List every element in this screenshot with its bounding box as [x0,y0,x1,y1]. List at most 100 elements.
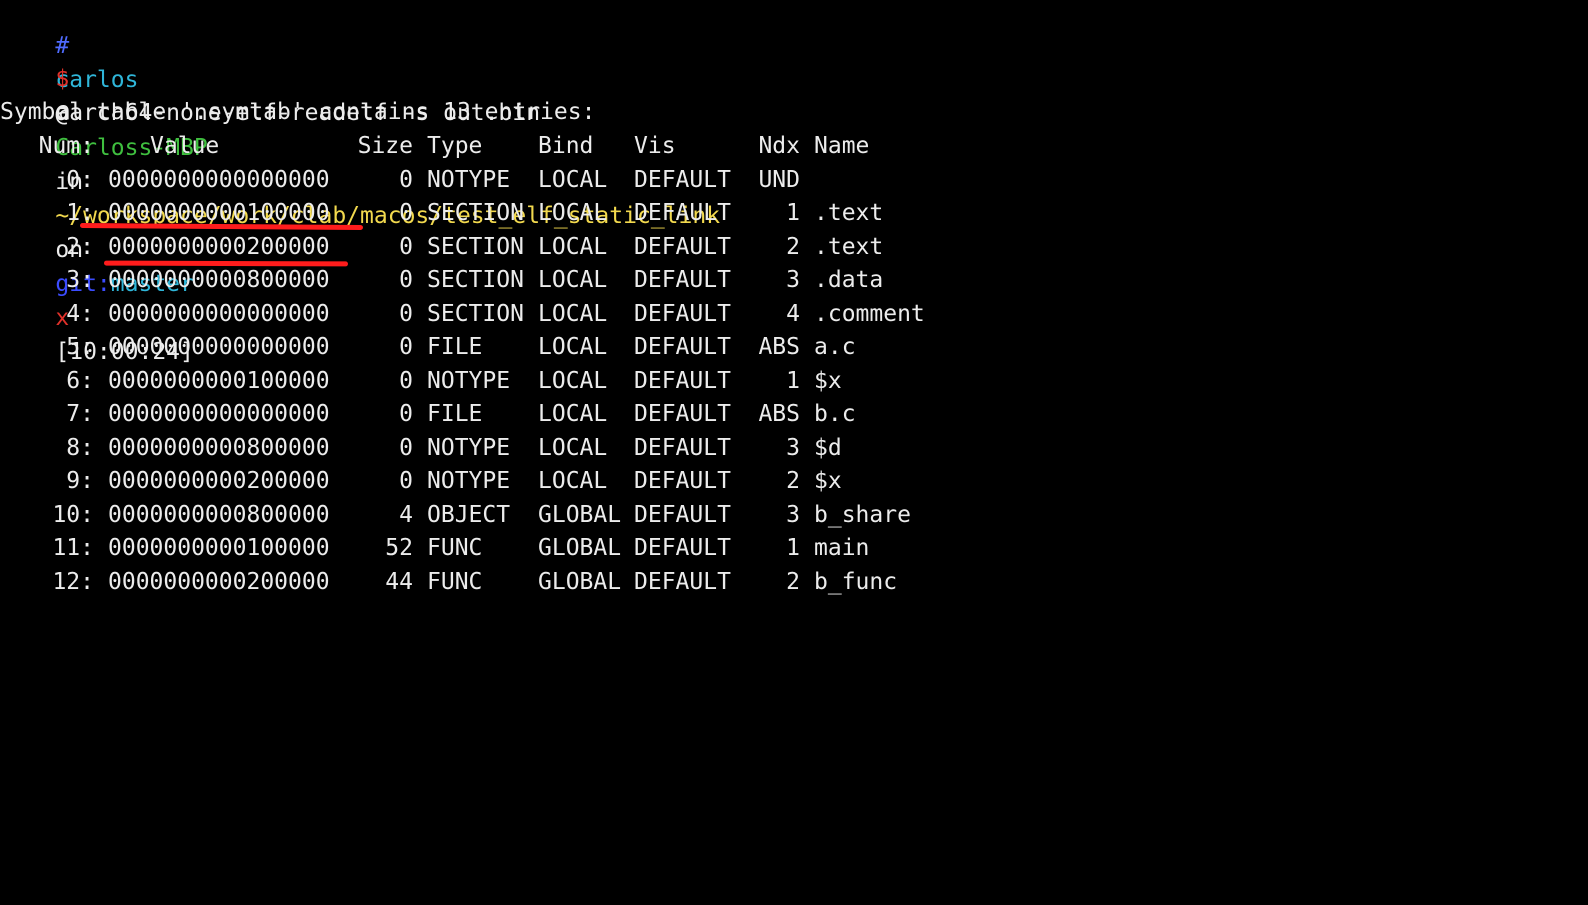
row-vis: DEFAULT [634,435,731,461]
row-bind: LOCAL [538,435,608,461]
row-num: 3: [66,267,94,293]
row-bind: GLOBAL [538,569,622,595]
row-size: 0 [399,468,413,494]
row-ndx: 2 [786,468,800,494]
row-ndx: 1 [786,200,800,226]
row-ndx: 1 [786,368,800,394]
row-num: 2: [66,234,94,260]
row-size: 52 [385,535,413,561]
row-bind: GLOBAL [538,535,622,561]
row-value: 0000000000100000 [108,535,330,561]
row-vis: DEFAULT [634,234,731,260]
row-type: SECTION [427,234,524,260]
row-bind: LOCAL [538,267,608,293]
table-row: 2: 0000000000200000 0 SECTION LOCAL DEFA… [0,230,1000,264]
table-row: 9: 0000000000200000 0 NOTYPE LOCAL DEFAU… [0,464,1000,498]
symbol-table-header: Num: Value Size Type Bind Vis Ndx Name [0,129,1000,163]
row-ndx: 2 [786,569,800,595]
row-name: .comment [814,301,925,327]
row-ndx: 3 [786,267,800,293]
header-size: Size [357,133,413,159]
row-size: 0 [399,301,413,327]
row-bind: LOCAL [538,167,608,193]
row-type: FUNC [427,535,483,561]
row-name: main [814,535,870,561]
row-ndx: 4 [786,301,800,327]
row-name: .data [814,267,884,293]
annotation-underline-row-2 [103,260,349,267]
row-ndx: 3 [786,502,800,528]
row-bind: GLOBAL [538,502,622,528]
table-row: 12: 0000000000200000 44 FUNC GLOBAL DEFA… [0,565,1000,599]
row-size: 0 [399,334,413,360]
row-name: a.c [814,334,856,360]
row-vis: DEFAULT [634,301,731,327]
row-num: 12: [52,569,94,595]
row-ndx: ABS [758,334,800,360]
table-row: 10: 0000000000800000 4 OBJECT GLOBAL DEF… [0,498,1000,532]
row-size: 0 [399,435,413,461]
row-value: 0000000000000000 [108,167,330,193]
row-bind: LOCAL [538,234,608,260]
row-num: 8: [66,435,94,461]
row-num: 10: [52,502,94,528]
row-size: 0 [399,234,413,260]
row-value: 0000000000800000 [108,267,330,293]
row-vis: DEFAULT [634,401,731,427]
row-vis: DEFAULT [634,167,731,193]
row-value: 0000000000800000 [108,502,330,528]
row-num: 4: [66,301,94,327]
row-name: $d [814,435,842,461]
table-row: 0: 0000000000000000 0 NOTYPE LOCAL DEFAU… [0,163,1000,197]
row-size: 0 [399,267,413,293]
table-row: 5: 0000000000000000 0 FILE LOCAL DEFAULT… [0,330,1000,364]
row-bind: LOCAL [538,468,608,494]
row-type: FILE [427,401,483,427]
row-name: b.c [814,401,856,427]
command-prompt-symbol: $ [55,66,70,92]
row-vis: DEFAULT [634,368,731,394]
row-size: 0 [399,167,413,193]
row-vis: DEFAULT [634,468,731,494]
table-row: 8: 0000000000800000 0 NOTYPE LOCAL DEFAU… [0,431,1000,465]
row-value: 0000000000200000 [108,234,330,260]
header-num: Num: [38,133,94,159]
command-line[interactable]: $ aarch64-none-elf-readelf -s out.bin [0,28,540,126]
row-bind: LOCAL [538,301,608,327]
row-value: 0000000000100000 [108,368,330,394]
row-value: 0000000000800000 [108,435,330,461]
row-bind: LOCAL [538,401,608,427]
row-value: 0000000000000000 [108,334,330,360]
row-vis: DEFAULT [634,200,731,226]
row-num: 11: [52,535,94,561]
row-ndx: 1 [786,535,800,561]
table-row: 11: 0000000000100000 52 FUNC GLOBAL DEFA… [0,531,1000,565]
row-name: b_share [814,502,911,528]
row-value: 0000000000000000 [108,401,330,427]
row-ndx: 3 [786,435,800,461]
row-size: 0 [399,401,413,427]
row-size: 0 [399,368,413,394]
row-name: $x [814,368,842,394]
row-type: SECTION [427,267,524,293]
table-row: 3: 0000000000800000 0 SECTION LOCAL DEFA… [0,263,1000,297]
row-name: .text [814,200,884,226]
row-value: 0000000000000000 [108,301,330,327]
terminal-window[interactable]: # carlos @ Carloss-MBP in ~/workspace/wo… [0,0,1588,624]
row-type: NOTYPE [427,167,511,193]
header-vis: Vis [634,133,676,159]
row-ndx: ABS [758,401,800,427]
prompt-line: # carlos @ Carloss-MBP in ~/workspace/wo… [0,0,720,365]
row-bind: LOCAL [538,200,608,226]
row-size: 4 [399,502,413,528]
row-type: FILE [427,334,483,360]
row-num: 0: [66,167,94,193]
row-ndx: UND [758,167,800,193]
row-ndx: 2 [786,234,800,260]
header-name: Name [814,133,870,159]
header-ndx: Ndx [758,133,800,159]
symbol-table-summary: Symbol table '.symtab' contains 13 entri… [0,99,596,125]
row-bind: LOCAL [538,368,608,394]
row-type: FUNC [427,569,483,595]
row-type: OBJECT [427,502,511,528]
